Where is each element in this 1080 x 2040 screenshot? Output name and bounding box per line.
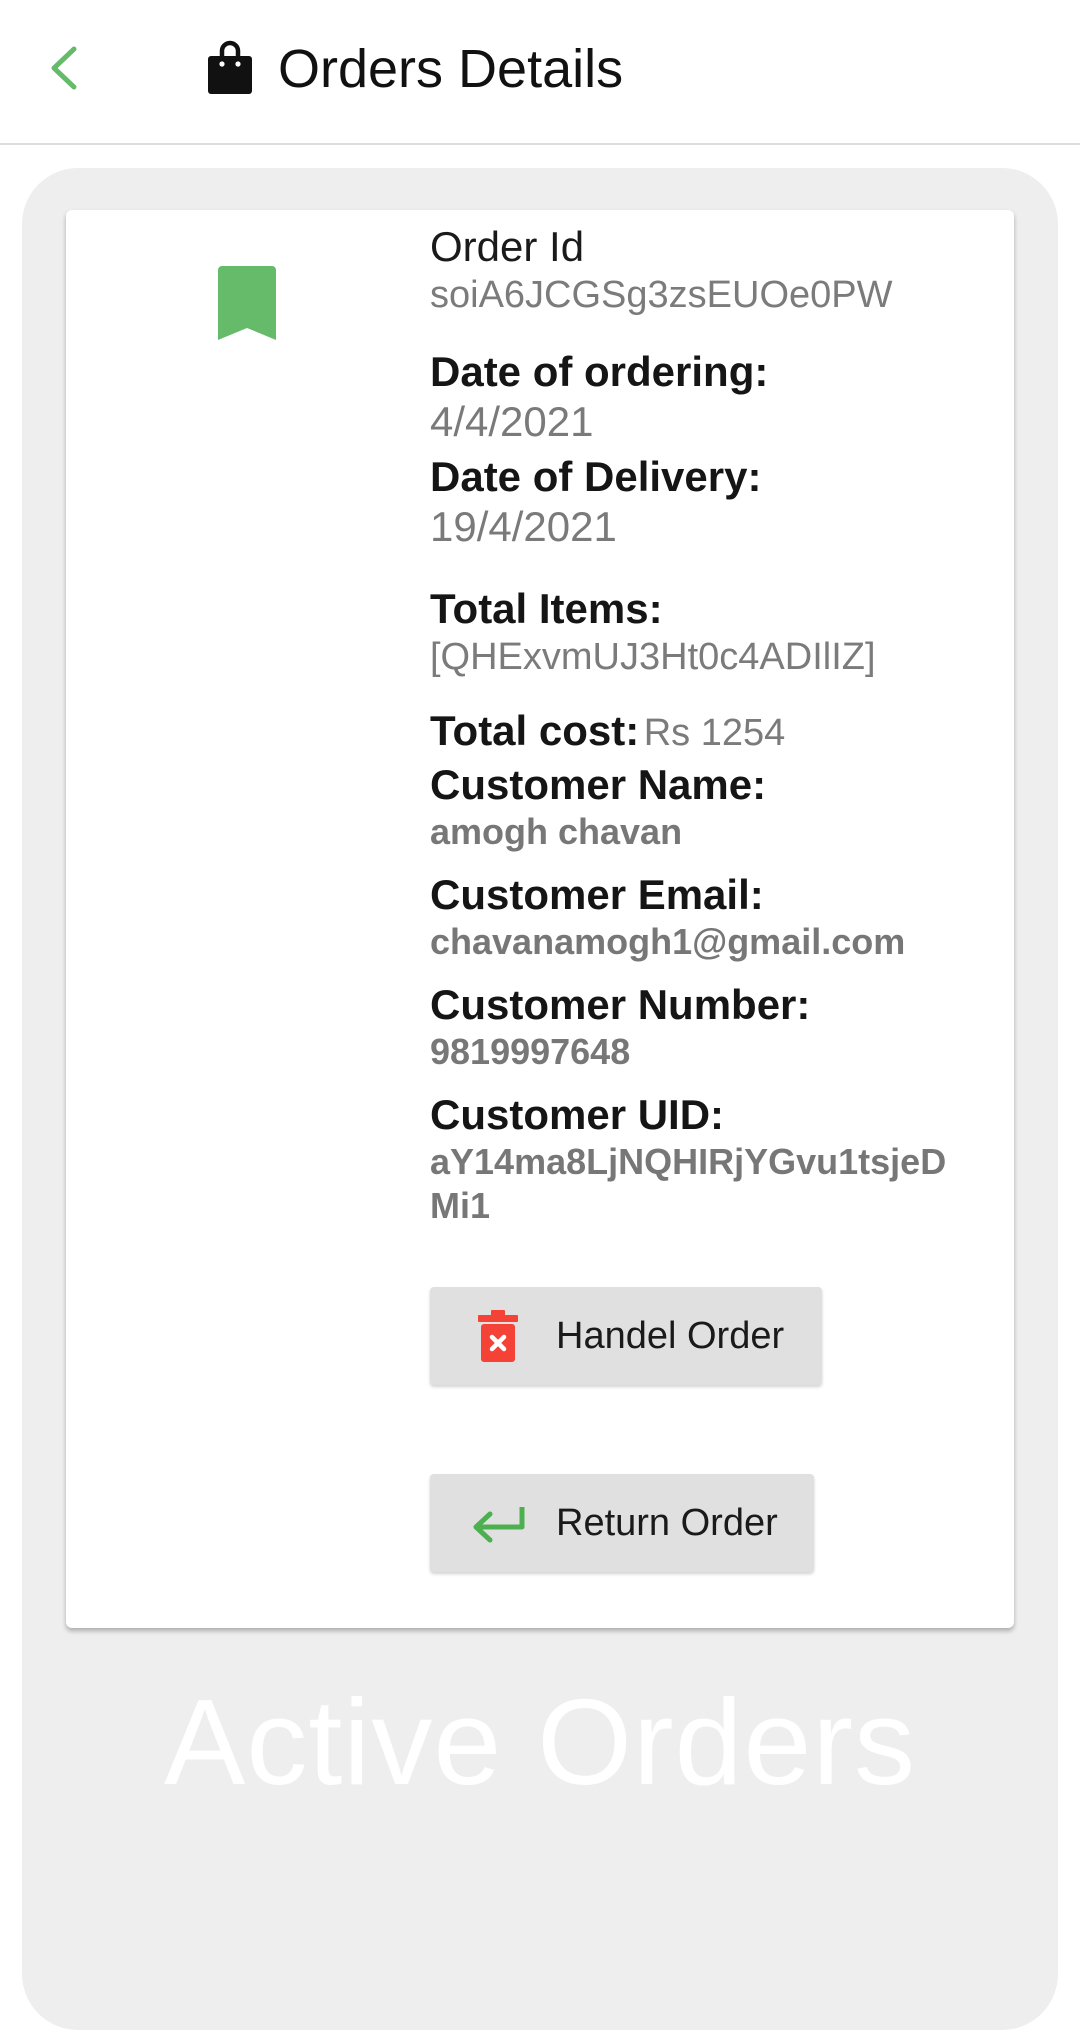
customer-uid-block: Customer UID: aY14ma8LjNQHIRjYGvu1tsjeDM… xyxy=(430,1090,970,1228)
total-items-label: Total Items: xyxy=(430,585,663,632)
customer-email-block: Customer Email: chavanamogh1@gmail.com xyxy=(430,870,990,964)
customer-email-value: chavanamogh1@gmail.com xyxy=(430,921,906,962)
customer-email-label: Customer Email: xyxy=(430,871,764,918)
customer-number-label: Customer Number: xyxy=(430,981,811,1028)
total-items-value: [QHExvmUJ3Ht0c4ADIlIZ] xyxy=(430,636,876,678)
date-delivery-value: 19/4/2021 xyxy=(430,503,617,550)
customer-name-value: amogh chavan xyxy=(430,811,683,852)
bookmark-icon xyxy=(218,266,276,340)
date-delivery-label: Date of Delivery: xyxy=(430,453,762,500)
active-orders-watermark: Active Orders xyxy=(164,1674,916,1810)
customer-name-block: Customer Name: amogh chavan xyxy=(430,760,990,854)
return-arrow-icon xyxy=(468,1493,528,1553)
date-ordering-block: Date of ordering: 4/4/2021 xyxy=(430,347,990,447)
date-delivery-block: Date of Delivery: 19/4/2021 xyxy=(430,452,990,552)
shopping-bag-icon xyxy=(208,40,252,94)
handle-order-label: Handel Order xyxy=(556,1314,785,1357)
order-id-block: Order Id soiA6JCGSg3zsEUOe0PW xyxy=(430,222,990,318)
order-id-value: soiA6JCGSg3zsEUOe0PW xyxy=(430,274,893,316)
page-title: Orders Details xyxy=(278,39,624,99)
total-items-block: Total Items: [QHExvmUJ3Ht0c4ADIlIZ] xyxy=(430,584,990,680)
order-id-label: Order Id xyxy=(430,223,585,270)
customer-number-value: 9819997648 xyxy=(430,1031,631,1072)
total-cost-value: Rs 1254 xyxy=(643,712,786,754)
customer-uid-value: aY14ma8LjNQHIRjYGvu1tsjeDMi1 xyxy=(430,1141,947,1226)
chevron-left-icon xyxy=(51,46,77,90)
handle-order-button[interactable]: Handel Order xyxy=(430,1287,822,1385)
app-bar: Orders Details xyxy=(0,0,1080,145)
return-order-label: Return Order xyxy=(556,1501,778,1544)
total-cost-block: Total cost: Rs 1254 xyxy=(430,706,990,756)
date-ordering-label: Date of ordering: xyxy=(430,348,769,395)
customer-name-label: Customer Name: xyxy=(430,761,767,808)
customer-uid-label: Customer UID: xyxy=(430,1091,725,1138)
back-button[interactable] xyxy=(40,38,88,98)
return-order-button[interactable]: Return Order xyxy=(430,1474,814,1572)
total-cost-label: Total cost: xyxy=(430,707,640,754)
trash-delete-icon xyxy=(468,1306,528,1366)
customer-number-block: Customer Number: 9819997648 xyxy=(430,980,990,1074)
date-ordering-value: 4/4/2021 xyxy=(430,398,594,445)
